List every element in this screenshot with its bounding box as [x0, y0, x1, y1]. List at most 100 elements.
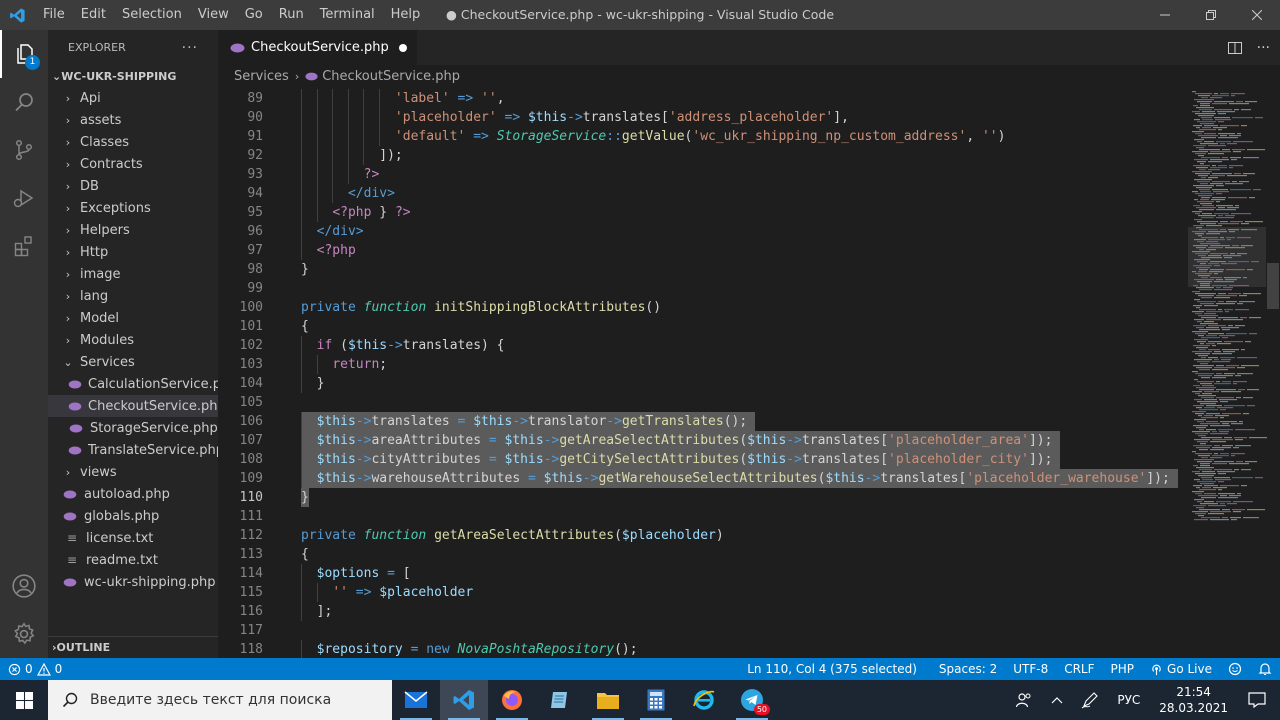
- code-line[interactable]: 89 'label' => '',: [218, 89, 1188, 108]
- tree-file[interactable]: CheckoutService.php: [48, 395, 218, 417]
- code-line[interactable]: 96 </div>: [218, 222, 1188, 241]
- code-line[interactable]: 99: [218, 279, 1188, 298]
- tree-folder[interactable]: › Modules: [48, 329, 218, 351]
- code-line[interactable]: 108 $this->cityAttributes = $this->getCi…: [218, 450, 1188, 469]
- taskbar-vscode[interactable]: [440, 680, 488, 720]
- tree-file[interactable]: autoload.php: [48, 483, 218, 505]
- taskbar-firefox[interactable]: [488, 680, 536, 720]
- code-line[interactable]: 118 $repository = new NovaPoshtaReposito…: [218, 640, 1188, 658]
- tree-folder[interactable]: › views: [48, 461, 218, 483]
- tree-folder[interactable]: › Helpers: [48, 219, 218, 241]
- tree-file[interactable]: ≡ readme.txt: [48, 549, 218, 571]
- code-line[interactable]: 94 </div>: [218, 184, 1188, 203]
- menu-terminal[interactable]: Terminal: [312, 0, 383, 30]
- notifications-button[interactable]: [1250, 662, 1280, 676]
- tree-folder[interactable]: › image: [48, 263, 218, 285]
- menu-view[interactable]: View: [190, 0, 237, 30]
- show-hidden-icons-button[interactable]: [1042, 696, 1072, 704]
- vertical-scrollbar[interactable]: [1266, 87, 1280, 658]
- breadcrumb-folder[interactable]: Services: [234, 69, 289, 84]
- taskbar-search-box[interactable]: Введите здесь текст для поиска: [48, 680, 392, 720]
- code-line[interactable]: 91 'default' => StorageService::getValue…: [218, 127, 1188, 146]
- minimize-button[interactable]: [1142, 0, 1188, 30]
- accounts-activity[interactable]: [0, 562, 48, 610]
- language-mode[interactable]: PHP: [1103, 662, 1143, 676]
- taskbar-clock[interactable]: 21:54 28.03.2021: [1149, 684, 1238, 716]
- manage-activity[interactable]: [0, 610, 48, 658]
- run-debug-activity[interactable]: [0, 174, 48, 222]
- tree-file[interactable]: TranslateService.php: [48, 439, 218, 461]
- extensions-activity[interactable]: [0, 222, 48, 270]
- code-line[interactable]: 98}: [218, 260, 1188, 279]
- tree-file[interactable]: ≡ license.txt: [48, 527, 218, 549]
- code-line[interactable]: 112 private function getAreaSelectAttribu…: [218, 526, 1188, 545]
- indentation[interactable]: Spaces: 2: [931, 662, 1005, 676]
- menu-edit[interactable]: Edit: [73, 0, 114, 30]
- taskbar-mail[interactable]: [392, 680, 440, 720]
- taskbar-internet-explorer[interactable]: [680, 680, 728, 720]
- code-line[interactable]: 105: [218, 393, 1188, 412]
- taskbar-file-explorer[interactable]: [584, 680, 632, 720]
- tree-file[interactable]: StorageService.php: [48, 417, 218, 439]
- feedback-button[interactable]: [1220, 662, 1250, 676]
- code-line[interactable]: 116 ];: [218, 602, 1188, 621]
- tree-folder[interactable]: › Model: [48, 307, 218, 329]
- menu-run[interactable]: Run: [271, 0, 312, 30]
- action-center-button[interactable]: [1238, 692, 1280, 708]
- people-button[interactable]: [1006, 691, 1042, 709]
- start-button[interactable]: [0, 680, 48, 720]
- scrollbar-thumb[interactable]: [1267, 263, 1279, 309]
- more-actions-icon[interactable]: ···: [1257, 40, 1270, 56]
- tree-file[interactable]: CalculationService.p...: [48, 373, 218, 395]
- tree-folder[interactable]: › Contracts: [48, 153, 218, 175]
- close-window-button[interactable]: [1234, 0, 1280, 30]
- unsaved-dot-icon[interactable]: [398, 43, 407, 52]
- problems-indicator[interactable]: 0 0: [0, 662, 70, 676]
- breadcrumb-file[interactable]: CheckoutService.php: [322, 69, 460, 84]
- input-language[interactable]: РУС: [1108, 693, 1149, 707]
- source-control-activity[interactable]: [0, 126, 48, 174]
- tree-file[interactable]: globals.php: [48, 505, 218, 527]
- tree-folder[interactable]: › assets: [48, 109, 218, 131]
- code-line[interactable]: 101 {: [218, 317, 1188, 336]
- code-line[interactable]: 109 $this->warehouseAttributes = $this->…: [218, 469, 1188, 488]
- tree-folder[interactable]: › Api: [48, 87, 218, 109]
- code-line[interactable]: 102 if ($this->translates) {: [218, 336, 1188, 355]
- code-line[interactable]: 92 ]);: [218, 146, 1188, 165]
- tree-folder[interactable]: › lang: [48, 285, 218, 307]
- code-line[interactable]: 95 <?php } ?>: [218, 203, 1188, 222]
- restore-button[interactable]: [1188, 0, 1234, 30]
- tab-checkoutservice[interactable]: CheckoutService.php: [218, 30, 417, 65]
- taskbar-notes[interactable]: [536, 680, 584, 720]
- search-activity[interactable]: [0, 78, 48, 126]
- go-live-button[interactable]: Go Live: [1142, 662, 1220, 676]
- tree-folder[interactable]: › Http: [48, 241, 218, 263]
- code-line[interactable]: 117: [218, 621, 1188, 640]
- menu-selection[interactable]: Selection: [114, 0, 190, 30]
- cursor-position[interactable]: Ln 110, Col 4 (375 selected): [739, 662, 931, 676]
- code-line[interactable]: 90 'placeholder' => $this->translates['a…: [218, 108, 1188, 127]
- tree-folder[interactable]: › Exceptions: [48, 197, 218, 219]
- vscode-logo-icon[interactable]: [0, 0, 35, 30]
- tree-folder[interactable]: › Classes: [48, 131, 218, 153]
- menu-go[interactable]: Go: [237, 0, 271, 30]
- code-line[interactable]: 106 $this->translates = $this->translato…: [218, 412, 1188, 431]
- tree-folder[interactable]: › DB: [48, 175, 218, 197]
- code-line[interactable]: 111: [218, 507, 1188, 526]
- split-editor-icon[interactable]: [1227, 40, 1243, 56]
- code-line[interactable]: 113 {: [218, 545, 1188, 564]
- taskbar-calculator[interactable]: [632, 680, 680, 720]
- minimap[interactable]: [1188, 87, 1268, 658]
- code-line[interactable]: 103 return;: [218, 355, 1188, 374]
- code-line[interactable]: 115 '' => $placeholder: [218, 583, 1188, 602]
- explorer-activity[interactable]: 1: [0, 30, 48, 78]
- code-line[interactable]: 114 $options = [: [218, 564, 1188, 583]
- code-line[interactable]: 100 private function initShippingBlockAtt…: [218, 298, 1188, 317]
- code-line[interactable]: 104 }: [218, 374, 1188, 393]
- code-line[interactable]: 97 <?php: [218, 241, 1188, 260]
- code-editor[interactable]: 89 'label' => '', 90 'placeholder' => $th…: [218, 89, 1188, 658]
- menu-file[interactable]: File: [35, 0, 73, 30]
- line-ending[interactable]: CRLF: [1056, 662, 1102, 676]
- menu-help[interactable]: Help: [383, 0, 429, 30]
- code-line[interactable]: 107 $this->areaAttributes = $this->getAr…: [218, 431, 1188, 450]
